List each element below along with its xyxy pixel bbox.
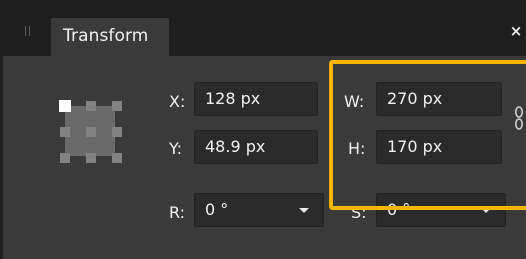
anchor-middle-left[interactable] bbox=[60, 127, 70, 137]
rotation-value: 0 ° bbox=[205, 200, 229, 219]
h-label: H: bbox=[348, 139, 366, 158]
anchor-bottom-left[interactable] bbox=[60, 153, 70, 163]
anchor-center[interactable] bbox=[86, 127, 96, 137]
y-field[interactable]: 48.9 px bbox=[194, 130, 318, 164]
anchor-bottom-center[interactable] bbox=[86, 153, 96, 163]
w-value: 270 px bbox=[387, 89, 443, 108]
transform-content: X: 128 px Y: 48.9 px W: 270 px H: 170 px… bbox=[3, 56, 526, 259]
anchor-middle-right[interactable] bbox=[112, 127, 122, 137]
anchor-grid-icon[interactable] bbox=[53, 94, 129, 170]
h-value: 170 px bbox=[387, 137, 443, 156]
x-value: 128 px bbox=[205, 89, 261, 108]
y-value: 48.9 px bbox=[205, 137, 266, 156]
rotation-dropdown[interactable]: 0 ° bbox=[194, 193, 324, 227]
transform-panel: Transform × X: 128 px Y: 48.9 px W: 270 … bbox=[0, 0, 526, 259]
chevron-down-icon bbox=[481, 208, 491, 213]
close-icon[interactable]: × bbox=[509, 24, 523, 39]
anchor-top-left[interactable] bbox=[59, 100, 71, 112]
x-field[interactable]: 128 px bbox=[194, 82, 318, 116]
tab-transform-label: Transform bbox=[63, 26, 149, 46]
shear-dropdown[interactable]: 0 ° bbox=[376, 193, 506, 227]
anchor-bottom-right[interactable] bbox=[112, 153, 122, 163]
chevron-down-icon bbox=[299, 208, 309, 213]
drag-grip-icon[interactable] bbox=[25, 26, 31, 36]
chain-link-icon[interactable] bbox=[514, 103, 524, 133]
tab-transform[interactable]: Transform bbox=[51, 18, 169, 56]
x-label: X: bbox=[169, 92, 186, 111]
shear-value: 0 ° bbox=[387, 200, 411, 219]
w-label: W: bbox=[344, 92, 365, 111]
y-label: Y: bbox=[169, 139, 183, 158]
anchor-top-right[interactable] bbox=[112, 101, 122, 111]
panel-tab-bar: Transform × bbox=[3, 0, 526, 56]
rotation-label: R: bbox=[169, 203, 186, 222]
height-field[interactable]: 170 px bbox=[376, 130, 502, 164]
anchor-top-center[interactable] bbox=[86, 101, 96, 111]
width-field[interactable]: 270 px bbox=[376, 82, 502, 116]
shear-label: S: bbox=[351, 203, 367, 222]
